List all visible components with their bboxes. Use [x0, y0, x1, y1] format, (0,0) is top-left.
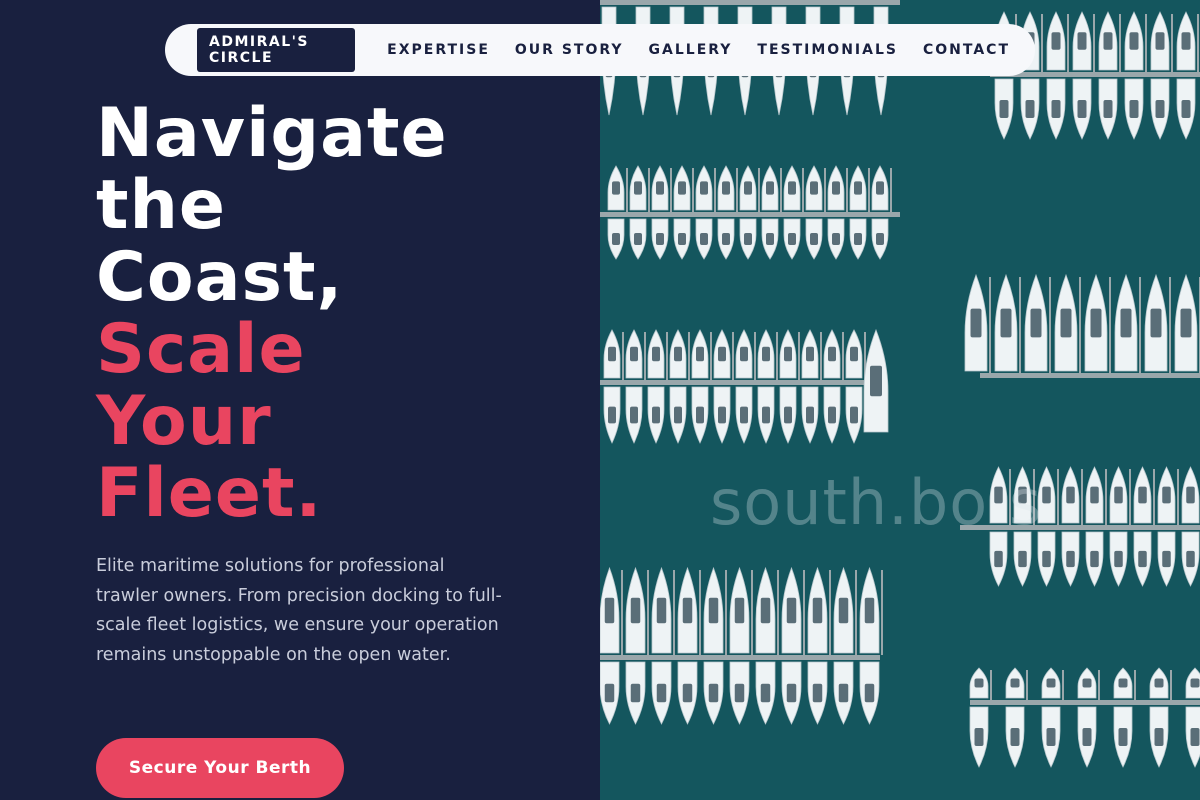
- dock-finger: [1019, 277, 1021, 373]
- hero-heading-line: Navigate: [96, 94, 448, 173]
- hero-heading-line: Coast,: [96, 238, 344, 317]
- dock-finger: [692, 168, 694, 212]
- dock-finger: [1145, 14, 1147, 72]
- dock-finger: [802, 168, 804, 212]
- dock-walkway: [980, 373, 1200, 378]
- dock-finger: [798, 332, 800, 380]
- dock-finger: [647, 570, 649, 655]
- hero-heading: Navigate the Coast, Scale Your Fleet.: [96, 98, 448, 530]
- dock-finger: [1129, 469, 1131, 525]
- dock-finger: [780, 168, 782, 212]
- dock-finger: [622, 332, 624, 380]
- secure-berth-button[interactable]: Secure Your Berth: [96, 738, 344, 798]
- dock-finger: [1057, 469, 1059, 525]
- dock-finger: [1170, 670, 1172, 700]
- dock-finger: [699, 570, 701, 655]
- dock-walkway: [600, 212, 900, 217]
- dock-walkway: [970, 700, 1200, 705]
- dock-finger: [644, 332, 646, 380]
- dock-finger: [666, 332, 668, 380]
- nav-link-contact[interactable]: CONTACT: [923, 42, 1010, 58]
- dock-finger: [890, 168, 892, 212]
- dock-walkway: [600, 0, 900, 5]
- dock-finger: [626, 168, 628, 212]
- dock-finger: [842, 332, 844, 380]
- dock-finger: [648, 168, 650, 212]
- dock-finger: [673, 570, 675, 655]
- nav-link-our-story[interactable]: OUR STORY: [515, 42, 624, 58]
- dock-finger: [1093, 14, 1095, 72]
- dock-finger: [1026, 670, 1028, 700]
- dock-finger: [1109, 277, 1111, 373]
- dock-finger: [732, 332, 734, 380]
- dock-walkway: [600, 380, 865, 385]
- dock-finger: [621, 570, 623, 655]
- dock-finger: [714, 168, 716, 212]
- hero-description: Elite maritime solutions for professiona…: [96, 556, 502, 665]
- top-navigation: ADMIRAL'S CIRCLE EXPERTISE OUR STORY GAL…: [165, 24, 1035, 76]
- dock-finger: [1081, 469, 1083, 525]
- nav-link-testimonials[interactable]: TESTIMONIALS: [757, 42, 898, 58]
- dock-walkway: [600, 655, 880, 660]
- dock-finger: [1119, 14, 1121, 72]
- dock-finger: [824, 168, 826, 212]
- image-watermark: south.bo s: [710, 466, 1043, 539]
- dock-finger: [1177, 469, 1179, 525]
- dock-finger: [1079, 277, 1081, 373]
- dock-finger: [751, 570, 753, 655]
- dock-finger: [688, 332, 690, 380]
- marina-aerial-image: south.bo s: [600, 0, 1200, 800]
- dock-finger: [1062, 670, 1064, 700]
- dock-finger: [736, 168, 738, 212]
- dock-finger: [758, 168, 760, 212]
- dock-finger: [1171, 14, 1173, 72]
- dock-finger: [710, 332, 712, 380]
- nav-link-expertise[interactable]: EXPERTISE: [387, 42, 490, 58]
- dock-finger: [855, 570, 857, 655]
- dock-finger: [725, 570, 727, 655]
- dock-finger: [1134, 670, 1136, 700]
- dock-finger: [829, 570, 831, 655]
- dock-finger: [868, 168, 870, 212]
- hero-heading-accent-line: Scale: [96, 310, 306, 389]
- hero-heading-accent-line: Fleet.: [96, 454, 323, 533]
- hero-heading-accent-line: Your: [96, 382, 272, 461]
- marina-illustration: [600, 0, 1200, 800]
- dock-finger: [1049, 277, 1051, 373]
- dock-finger: [1105, 469, 1107, 525]
- dock-finger: [1169, 277, 1171, 373]
- dock-finger: [1098, 670, 1100, 700]
- dock-finger: [670, 168, 672, 212]
- dock-finger: [846, 168, 848, 212]
- dock-finger: [803, 570, 805, 655]
- dock-finger: [1139, 277, 1141, 373]
- dock-finger: [989, 277, 991, 373]
- brand-logo[interactable]: ADMIRAL'S CIRCLE: [197, 28, 356, 72]
- dock-finger: [1153, 469, 1155, 525]
- dock-finger: [754, 332, 756, 380]
- dock-finger: [820, 332, 822, 380]
- hero-heading-line: the: [96, 166, 227, 245]
- dock-finger: [777, 570, 779, 655]
- dock-finger: [990, 670, 992, 700]
- dock-finger: [776, 332, 778, 380]
- nav-link-gallery[interactable]: GALLERY: [649, 42, 733, 58]
- dock-finger: [1041, 14, 1043, 72]
- dock-finger: [1197, 14, 1199, 72]
- dock-finger: [881, 570, 883, 655]
- dock-finger: [1067, 14, 1069, 72]
